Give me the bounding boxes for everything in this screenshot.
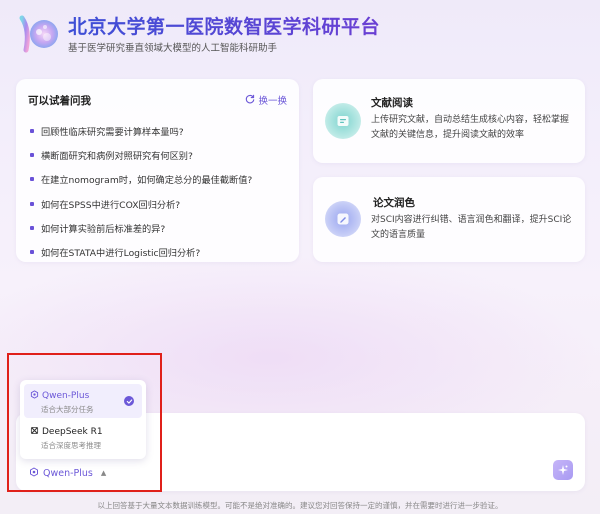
chevron-up-icon: ▲ (100, 469, 107, 477)
disclaimer-text: 以上回答基于大量文本数据训练模型。可能不是绝对准确的。建议您对回答保持一定的谨慎… (97, 501, 503, 510)
suggestion-text: 横断面研究和病例对照研究有何区别? (41, 151, 193, 163)
send-button[interactable] (553, 460, 573, 480)
feature-description: 对SCI内容进行纠错、语言润色和翻译，提升SCI论文的语言质量 (371, 215, 572, 240)
model-option-description: 适合大部分任务 (41, 405, 94, 414)
refresh-icon (245, 94, 255, 107)
suggestion-item[interactable]: 横断面研究和病例对照研究有何区别? (30, 143, 252, 167)
model-option-name: DeepSeek R1 (42, 427, 103, 437)
suggestion-text: 如何在STATA中进行Logistic回归分析? (41, 248, 201, 260)
cube-icon (30, 390, 39, 402)
suggestion-item[interactable]: 在建立nomogram时，如何确定总分的最佳截断值? (30, 167, 252, 191)
suggestions-card: 可以试着问我 换一换 回顾性临床研究需要计算样本量吗? 横断面研究和病例对照研究… (16, 79, 299, 262)
bullet-icon (30, 225, 34, 230)
suggestion-text: 回顾性临床研究需要计算样本量吗? (41, 127, 184, 139)
refresh-label: 换一换 (258, 96, 287, 107)
cube-icon (29, 467, 39, 480)
bullet-icon (30, 129, 34, 134)
sparkle-icon (557, 461, 569, 480)
feature-title: 论文润色 (373, 197, 415, 209)
checkmark-icon (124, 396, 134, 406)
model-option-name: Qwen-Plus (42, 391, 90, 401)
feature-card-literature-reading[interactable]: 文献阅读 上传研究文献，自动总结生成核心内容，轻松掌握文献的关键信息，提升阅读文… (313, 79, 585, 163)
bullet-icon (30, 177, 34, 182)
pen-icon (325, 201, 361, 237)
document-icon (325, 103, 361, 139)
suggestion-item[interactable]: 如何在STATA中进行Logistic回归分析? (30, 240, 252, 264)
model-select-button[interactable]: Qwen-Plus ▲ (29, 463, 106, 483)
refresh-button[interactable]: 换一换 (245, 93, 287, 107)
feature-title: 文献阅读 (371, 97, 413, 109)
model-option-deepseek-r1[interactable]: DeepSeek R1 适合深度思考推理 (24, 420, 142, 454)
bullet-icon (30, 250, 34, 255)
suggestion-text: 如何在SPSS中进行COX回归分析? (41, 199, 181, 211)
suggestions-title: 可以试着问我 (28, 95, 91, 107)
model-option-description: 适合深度思考推理 (41, 441, 101, 450)
suggestion-text: 如何计算实验前后标准差的异? (41, 223, 166, 235)
suggestion-list: 回顾性临床研究需要计算样本量吗? 横断面研究和病例对照研究有何区别? 在建立no… (30, 119, 252, 264)
page-subtitle: 基于医学研究垂直领域大模型的人工智能科研助手 (68, 43, 278, 54)
platform-logo-icon (16, 10, 62, 56)
deepseek-icon (30, 426, 39, 438)
feature-card-paper-polishing[interactable]: 论文润色 对SCI内容进行纠错、语言润色和翻译，提升SCI论文的语言质量 (313, 177, 585, 262)
suggestion-item[interactable]: 如何计算实验前后标准差的异? (30, 216, 252, 240)
bullet-icon (30, 153, 34, 158)
selected-model-label: Qwen-Plus (43, 467, 93, 479)
suggestion-item[interactable]: 如何在SPSS中进行COX回归分析? (30, 192, 252, 216)
suggestion-text: 在建立nomogram时，如何确定总分的最佳截断值? (41, 175, 253, 187)
model-option-qwen-plus[interactable]: Qwen-Plus 适合大部分任务 (24, 384, 142, 418)
suggestion-item[interactable]: 回顾性临床研究需要计算样本量吗? (30, 119, 252, 143)
model-dropdown: Qwen-Plus 适合大部分任务 DeepSeek R1 适合深度思考推理 (20, 380, 146, 459)
page-title: 北京大学第一医院数智医学科研平台 (68, 12, 380, 39)
feature-description: 上传研究文献，自动总结生成核心内容，轻松掌握文献的关键信息，提升阅读文献的效率 (371, 115, 570, 140)
bullet-icon (30, 201, 34, 206)
